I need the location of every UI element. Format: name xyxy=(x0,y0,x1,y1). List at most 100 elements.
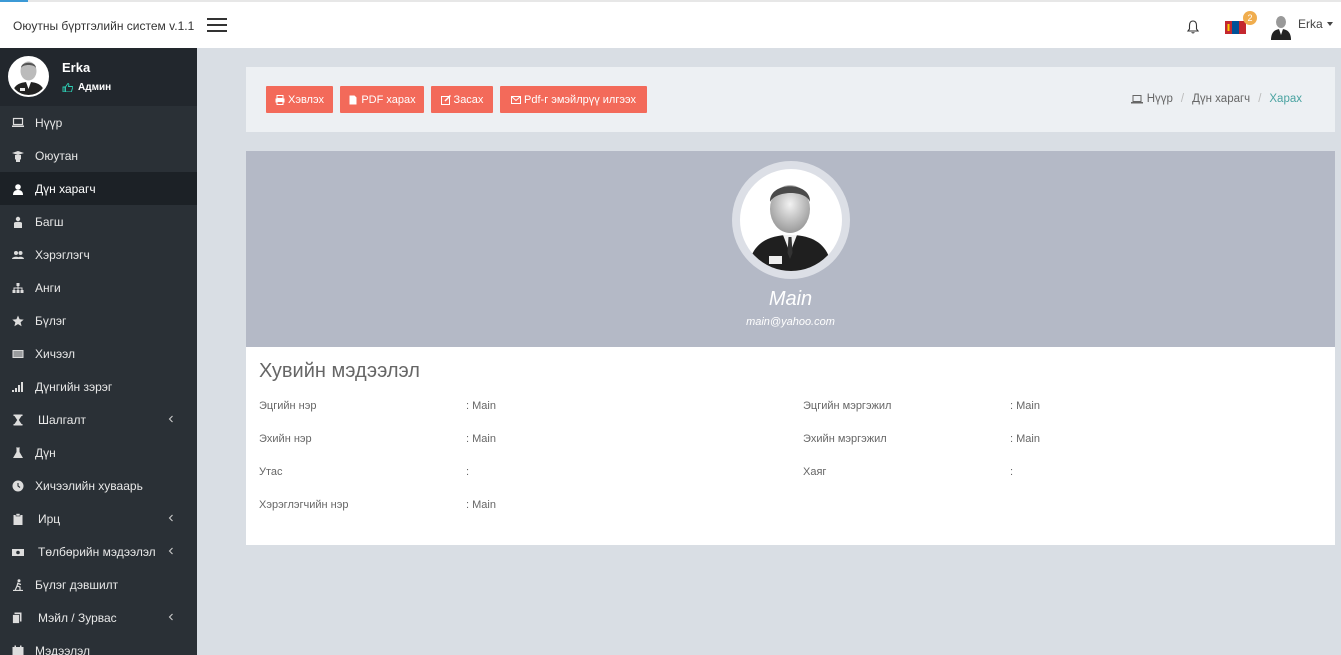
role-label: Админ xyxy=(78,82,112,93)
sidebar-user-name: Erka xyxy=(62,60,91,75)
pdf-view-label: PDF харах xyxy=(361,93,416,106)
sidebar-item[interactable]: Дүн xyxy=(0,436,197,469)
calendar-icon xyxy=(12,645,24,655)
money-icon xyxy=(12,546,24,558)
edit-icon xyxy=(440,94,451,105)
sidebar-item[interactable]: Оюутан xyxy=(0,139,197,172)
chevron-left-icon xyxy=(168,611,174,621)
print-label: Хэвлэх xyxy=(288,93,324,106)
sidebar-item-label: Хичээл xyxy=(35,346,75,361)
mail-icon xyxy=(12,612,24,624)
sidebar: Erka Админ Нүүр Оюутан Дүн харагч Багш Хэрэг… xyxy=(0,48,197,655)
sidebar-item[interactable]: Дүнгийн зэрэг xyxy=(0,370,197,403)
email-pdf-button[interactable]: Pdf-г эмэйлрүү илгээх xyxy=(500,86,647,113)
sidebar-item[interactable]: Ирц xyxy=(0,502,197,535)
sidebar-item-label: Нүүр xyxy=(35,115,63,130)
info-value: : Main xyxy=(466,499,496,511)
profile-name: Main xyxy=(768,288,813,310)
avatar-silhouette-icon xyxy=(748,185,832,271)
top-navbar: Оюутны бүртгэлийн систем v.1.1 2 Erka xyxy=(0,0,1341,48)
graduate-icon xyxy=(12,150,24,162)
breadcrumb-parent[interactable]: Дүн харагч xyxy=(1192,93,1250,105)
breadcrumb-separator: / xyxy=(1180,93,1185,105)
info-label: Утас xyxy=(259,466,283,478)
info-label: Эцгийн нэр xyxy=(259,400,317,412)
info-label: Хэрэглэгчийн нэр xyxy=(259,499,349,511)
app-title[interactable]: Оюутны бүртгэлийн систем v.1.1 xyxy=(13,19,194,33)
book-icon xyxy=(12,348,24,360)
pdf-view-button[interactable]: PDF харах xyxy=(340,86,424,113)
print-button[interactable]: Хэвлэх xyxy=(266,86,333,113)
user-avatar-icon xyxy=(1271,16,1291,40)
sidebar-item[interactable]: Бүлэг xyxy=(0,304,197,337)
sidebar-item[interactable]: Хэрэглэгч xyxy=(0,238,197,271)
sidebar-item-label: Анги xyxy=(35,280,61,295)
sidebar-item[interactable]: Бүлэг дэвшилт xyxy=(0,568,197,601)
caret-down-icon xyxy=(1326,22,1333,26)
user-dropdown[interactable]: Erka xyxy=(1271,14,1333,40)
thumbs-up-icon xyxy=(62,83,73,92)
user-icon xyxy=(12,183,24,195)
sidebar-item-label: Оюутан xyxy=(35,148,78,163)
sidebar-item[interactable]: Дүн харагч xyxy=(0,172,197,205)
climb-icon xyxy=(12,578,24,591)
info-label: Эхийн нэр xyxy=(259,433,312,445)
edit-button[interactable]: Засах xyxy=(431,86,493,113)
signal-icon xyxy=(12,381,24,393)
sidebar-user-role: Админ xyxy=(62,82,111,93)
sidebar-item[interactable]: Мэдээлэл xyxy=(0,634,197,655)
info-label: Эхийн мэргэжил xyxy=(803,433,887,445)
teacher-icon xyxy=(12,216,24,228)
info-value: : Main xyxy=(1010,433,1040,445)
sidebar-item[interactable]: Хичээлийн хуваарь xyxy=(0,469,197,502)
profile-email: main@yahoo.com xyxy=(746,316,835,328)
sitemap-icon xyxy=(12,282,24,294)
avatar xyxy=(8,56,49,97)
sidebar-item[interactable]: Төлбөрийн мэдээлэл xyxy=(0,535,197,568)
breadcrumb-separator: / xyxy=(1258,93,1262,105)
laptop-icon xyxy=(12,117,24,129)
sidebar-item-label: Мэдээлэл xyxy=(35,643,90,655)
file-pdf-icon xyxy=(349,95,357,104)
info-value: : xyxy=(1010,466,1014,478)
menu-toggle-icon[interactable] xyxy=(207,18,227,32)
sidebar-item[interactable]: Багш xyxy=(0,205,197,238)
sidebar-item[interactable]: Хичээл xyxy=(0,337,197,370)
info-value: : Main xyxy=(466,400,496,412)
sidebar-item-label: Бүлэг xyxy=(35,313,67,328)
info-value: : Main xyxy=(1010,400,1040,412)
profile-card: Main main@yahoo.com Хувийн мэдээлэл Эцги… xyxy=(246,151,1335,545)
avatar-silhouette-icon xyxy=(12,61,45,95)
breadcrumb-home[interactable]: Нүүр xyxy=(1130,93,1173,105)
sidebar-item[interactable]: Шалгалт xyxy=(0,403,197,436)
sidebar-item-label: Багш xyxy=(35,214,64,229)
notification-badge: 2 xyxy=(1243,11,1257,25)
hourglass-icon xyxy=(12,414,24,426)
info-value: : Main xyxy=(466,433,496,445)
profile-avatar-ring xyxy=(732,161,850,279)
sidebar-menu: Нүүр Оюутан Дүн харагч Багш Хэрэглэгч Анги Бүл… xyxy=(0,106,197,655)
sidebar-item[interactable]: Мэйл / Зурвас xyxy=(0,601,197,634)
sidebar-item-label: Хичээлийн хуваарь xyxy=(35,478,143,493)
sidebar-item-label: Шалгалт xyxy=(38,412,86,427)
sidebar-item-label: Бүлэг дэвшилт xyxy=(35,577,119,592)
breadcrumb: Нүүр / Дүн харагч / Харах xyxy=(1130,93,1302,105)
laptop-icon xyxy=(1130,94,1143,103)
sidebar-item[interactable]: Нүүр xyxy=(0,106,197,139)
bell-icon[interactable] xyxy=(1186,19,1200,35)
user-name: Erka xyxy=(1298,17,1323,31)
section-title: Хувийн мэдээлэл xyxy=(259,360,420,382)
sidebar-item-label: Дүн харагч xyxy=(35,181,96,196)
sidebar-item[interactable]: Анги xyxy=(0,271,197,304)
chevron-left-icon xyxy=(168,413,174,423)
top-accent-line xyxy=(0,0,28,2)
chevron-left-icon xyxy=(168,512,174,522)
breadcrumb-home-label: Нүүр xyxy=(1146,93,1173,105)
sidebar-item-label: Ирц xyxy=(38,511,61,526)
sidebar-item-label: Мэйл / Зурвас xyxy=(38,610,117,625)
star-icon xyxy=(12,315,24,327)
mongolia-flag-icon[interactable] xyxy=(1225,21,1246,34)
breadcrumb-current: Харах xyxy=(1269,93,1302,105)
users-icon xyxy=(12,249,24,261)
sidebar-item-label: Хэрэглэгч xyxy=(35,247,90,262)
